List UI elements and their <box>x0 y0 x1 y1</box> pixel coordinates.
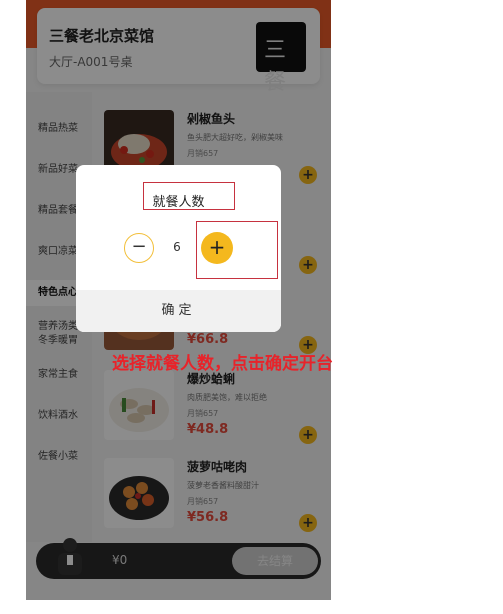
confirm-button[interactable]: 确定 <box>76 290 281 332</box>
title-highlight-box <box>143 182 235 210</box>
diner-count-dialog: 就餐人数 − 6 + 确定 <box>76 165 281 332</box>
increase-highlight-box <box>196 221 278 279</box>
screenshot-stage: 三餐老北京菜馆 大厅-A001号桌 三餐 精品热菜 新品好菜 精品套餐 爽口凉菜… <box>0 0 503 614</box>
diner-count: 6 <box>173 240 181 254</box>
decrease-button[interactable]: − <box>124 233 154 263</box>
phone-screen: 三餐老北京菜馆 大厅-A001号桌 三餐 精品热菜 新品好菜 精品套餐 爽口凉菜… <box>26 0 331 600</box>
instruction-annotation: 选择就餐人数，点击确定开台 <box>112 354 333 374</box>
